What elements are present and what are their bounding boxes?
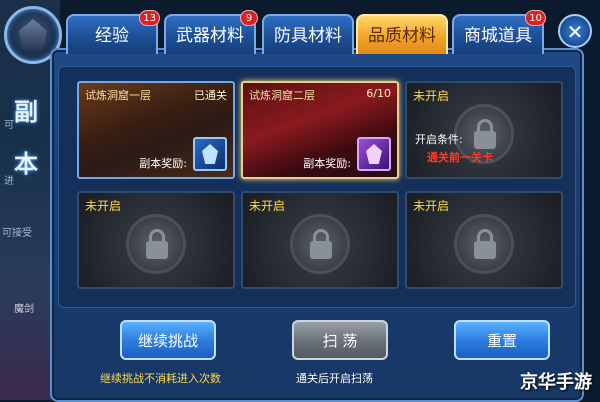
tab-label: 防具材料 [274, 26, 342, 46]
tab-badge: 13 [139, 10, 160, 26]
sidebar-text: 魔剑 [14, 304, 34, 315]
dungeon-card-5[interactable]: 未开启 [241, 191, 399, 289]
locked-label: 未开启 [85, 199, 122, 213]
unlock-requirement: 通关前一关卡 [427, 151, 493, 164]
tab-experience[interactable]: 经验 13 [66, 10, 160, 54]
continue-hint: 继续挑战不消耗进入次数 [100, 372, 221, 385]
locked-label: 未开启 [413, 89, 450, 103]
tab-weapon-materials[interactable]: 武器材料 9 [164, 10, 258, 54]
purple-crystal-icon[interactable] [357, 137, 391, 171]
reset-button[interactable]: 重置 [454, 320, 550, 360]
tab-label: 商城道具 [464, 26, 532, 46]
sweep-button[interactable]: 扫 荡 [292, 320, 388, 360]
dungeon-card-1[interactable]: 试炼洞窟一层 已通关 副本奖励: [77, 81, 235, 179]
sidebar-text: 进 [4, 176, 14, 187]
dungeon-card-6[interactable]: 未开启 [405, 191, 563, 289]
lock-icon [454, 213, 514, 274]
dungeon-progress: 6/10 [366, 87, 391, 100]
lock-icon [290, 213, 350, 274]
tab-label: 品质材料 [368, 26, 436, 46]
dungeon-title-char-1: 副 [14, 98, 38, 126]
tab-badge: 10 [525, 10, 546, 26]
dungeon-card-3[interactable]: 未开启 开启条件: 通关前一关卡 [405, 81, 563, 179]
reward-label: 副本奖励: [303, 157, 351, 170]
dungeon-title-char-2: 本 [14, 150, 38, 178]
unlock-condition-label: 开启条件: [415, 133, 463, 146]
tab-label: 武器材料 [176, 26, 244, 46]
reward-label: 副本奖励: [139, 157, 187, 170]
locked-label: 未开启 [249, 199, 286, 213]
dungeon-grid: 试炼洞窟一层 已通关 副本奖励: 试炼洞窟二层 6/10 副本奖励: 未开启 开… [58, 66, 576, 308]
tab-label: 经验 [95, 26, 129, 46]
lock-icon [126, 213, 186, 274]
tab-mall-items[interactable]: 商城道具 10 [452, 10, 546, 54]
blue-crystal-icon[interactable] [193, 137, 227, 171]
sidebar-text: 可 [4, 120, 14, 131]
tab-armor-materials[interactable]: 防具材料 [262, 14, 354, 54]
close-icon: ✕ [566, 20, 584, 44]
tab-bar: 经验 13 武器材料 9 防具材料 品质材料 商城道具 10 [66, 10, 546, 54]
sweep-hint: 通关后开启扫荡 [296, 372, 373, 385]
tab-quality-materials[interactable]: 品质材料 [356, 14, 448, 54]
dungeon-status: 已通关 [194, 89, 227, 102]
watermark: 京华手游 [520, 372, 592, 393]
sidebar-text: 可接受 [2, 228, 32, 239]
close-button[interactable]: ✕ [558, 14, 592, 48]
tab-badge: 9 [240, 10, 258, 26]
dungeon-card-4[interactable]: 未开启 [77, 191, 235, 289]
dungeon-card-2[interactable]: 试炼洞窟二层 6/10 副本奖励: [241, 81, 399, 179]
dungeon-title: 试炼洞窟一层 [85, 89, 151, 102]
dungeon-title: 试炼洞窟二层 [249, 89, 315, 102]
continue-challenge-button[interactable]: 继续挑战 [120, 320, 216, 360]
locked-label: 未开启 [413, 199, 450, 213]
avatar-portrait-icon [19, 19, 47, 49]
